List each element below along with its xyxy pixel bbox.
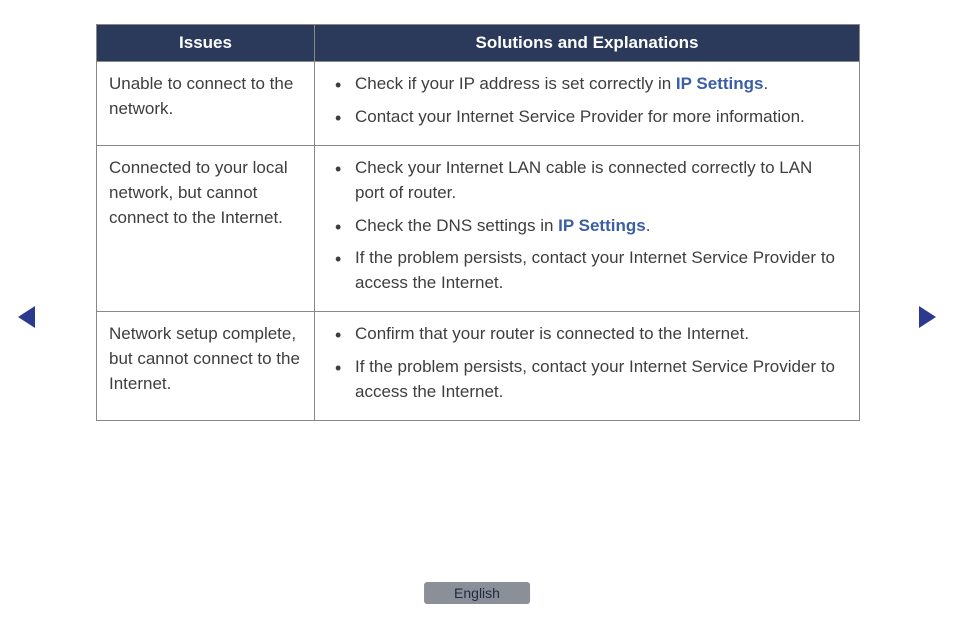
solution-text: Check the DNS settings in (355, 216, 558, 235)
solution-text-post: . (646, 216, 651, 235)
header-issues: Issues (97, 25, 315, 62)
content-area: Issues Solutions and Explanations Unable… (96, 24, 860, 421)
list-item: Contact your Internet Service Provider f… (341, 101, 847, 134)
table-row: Connected to your local network, but can… (97, 146, 860, 312)
table-row: Network setup complete, but cannot conne… (97, 312, 860, 421)
ip-settings-link[interactable]: IP Settings (676, 74, 764, 93)
list-item: Check your Internet LAN cable is connect… (341, 152, 847, 209)
table-row: Unable to connect to the network. Check … (97, 62, 860, 146)
solution-text: Contact your Internet Service Provider f… (355, 107, 805, 126)
troubleshooting-table: Issues Solutions and Explanations Unable… (96, 24, 860, 421)
issue-cell: Connected to your local network, but can… (97, 146, 315, 312)
solution-cell: Check your Internet LAN cable is connect… (315, 146, 860, 312)
next-page-arrow-icon[interactable] (919, 306, 936, 328)
solution-cell: Check if your IP address is set correctl… (315, 62, 860, 146)
solution-text-post: . (763, 74, 768, 93)
header-solutions: Solutions and Explanations (315, 25, 860, 62)
solution-cell: Confirm that your router is connected to… (315, 312, 860, 421)
list-item: Check the DNS settings in IP Settings. (341, 210, 847, 243)
issue-cell: Network setup complete, but cannot conne… (97, 312, 315, 421)
list-item: Check if your IP address is set correctl… (341, 68, 847, 101)
list-item: Confirm that your router is connected to… (341, 318, 847, 351)
solution-text: Confirm that your router is connected to… (355, 324, 749, 343)
list-item: If the problem persists, contact your In… (341, 351, 847, 408)
solution-text: If the problem persists, contact your In… (355, 357, 835, 401)
solution-text: Check your Internet LAN cable is connect… (355, 158, 812, 202)
language-badge[interactable]: English (424, 582, 530, 604)
solution-text: If the problem persists, contact your In… (355, 248, 835, 292)
previous-page-arrow-icon[interactable] (18, 306, 35, 328)
ip-settings-link[interactable]: IP Settings (558, 216, 646, 235)
solution-text: Check if your IP address is set correctl… (355, 74, 676, 93)
issue-cell: Unable to connect to the network. (97, 62, 315, 146)
list-item: If the problem persists, contact your In… (341, 242, 847, 299)
